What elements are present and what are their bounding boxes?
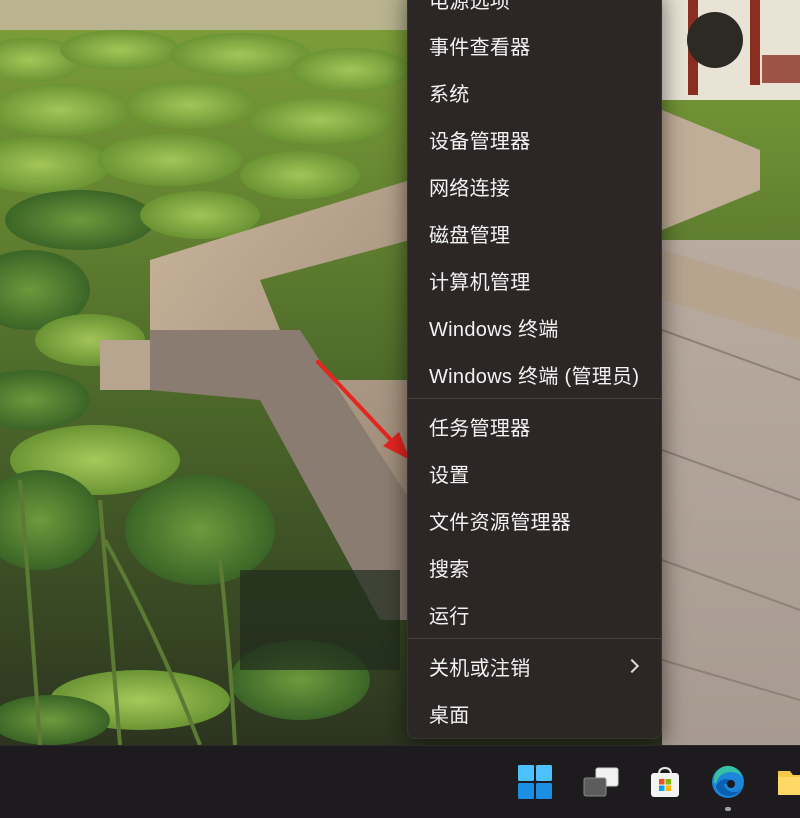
menu-separator xyxy=(408,398,661,399)
windows-start-icon[interactable] xyxy=(507,746,563,818)
menu-item-desktop[interactable]: 桌面 xyxy=(408,691,661,735)
menu-item-windows-terminal-admin[interactable]: Windows 终端 (管理员) xyxy=(408,352,661,396)
menu-item-task-manager[interactable]: 任务管理器 xyxy=(408,404,661,448)
menu-item-label: 事件查看器 xyxy=(429,36,531,59)
file-explorer-icon[interactable] xyxy=(765,746,800,818)
menu-item-disk-management[interactable]: 磁盘管理 xyxy=(408,211,661,255)
menu-item-label: 桌面 xyxy=(429,704,470,727)
taskbar xyxy=(0,745,800,818)
edge-browser-icon[interactable] xyxy=(700,746,756,818)
winx-context-menu: 电源选项 事件查看器 系统 设备管理器 网络连接 磁盘管理 计算机管理 Wind… xyxy=(407,0,662,739)
menu-item-device-manager[interactable]: 设备管理器 xyxy=(408,117,661,161)
desktop-wallpaper xyxy=(0,0,800,745)
menu-item-label: 任务管理器 xyxy=(429,417,531,440)
menu-item-power-options[interactable]: 电源选项 xyxy=(408,0,661,21)
menu-item-settings[interactable]: 设置 xyxy=(408,451,661,495)
menu-item-label: 关机或注销 xyxy=(429,657,531,680)
menu-item-event-viewer[interactable]: 事件查看器 xyxy=(408,23,661,67)
menu-item-windows-terminal[interactable]: Windows 终端 xyxy=(408,305,661,349)
menu-item-system[interactable]: 系统 xyxy=(408,70,661,114)
task-view-icon[interactable] xyxy=(573,746,629,818)
menu-item-label: 运行 xyxy=(429,605,470,628)
menu-item-label: 设置 xyxy=(429,464,470,487)
menu-item-label: Windows 终端 xyxy=(429,318,559,341)
menu-item-network-connections[interactable]: 网络连接 xyxy=(408,164,661,208)
chevron-right-icon xyxy=(624,658,640,674)
microsoft-store-icon[interactable] xyxy=(637,746,693,818)
menu-item-run[interactable]: 运行 xyxy=(408,592,661,636)
menu-item-computer-management[interactable]: 计算机管理 xyxy=(408,258,661,302)
menu-item-search[interactable]: 搜索 xyxy=(408,545,661,589)
menu-item-label: 系统 xyxy=(429,83,470,106)
menu-item-label: 计算机管理 xyxy=(429,271,531,294)
wallpaper-scene xyxy=(0,0,800,745)
menu-item-label: 网络连接 xyxy=(429,177,511,200)
menu-item-label: 文件资源管理器 xyxy=(429,511,572,534)
menu-item-label: 磁盘管理 xyxy=(429,224,511,247)
menu-item-label: 设备管理器 xyxy=(429,130,531,153)
menu-item-label: 搜索 xyxy=(429,558,470,581)
menu-item-shutdown-signout[interactable]: 关机或注销 xyxy=(408,644,661,688)
menu-item-label: 电源选项 xyxy=(429,0,511,13)
running-indicator xyxy=(725,807,731,811)
menu-item-file-explorer[interactable]: 文件资源管理器 xyxy=(408,498,661,542)
menu-separator xyxy=(408,638,661,639)
menu-item-label: Windows 终端 (管理员) xyxy=(429,365,640,388)
